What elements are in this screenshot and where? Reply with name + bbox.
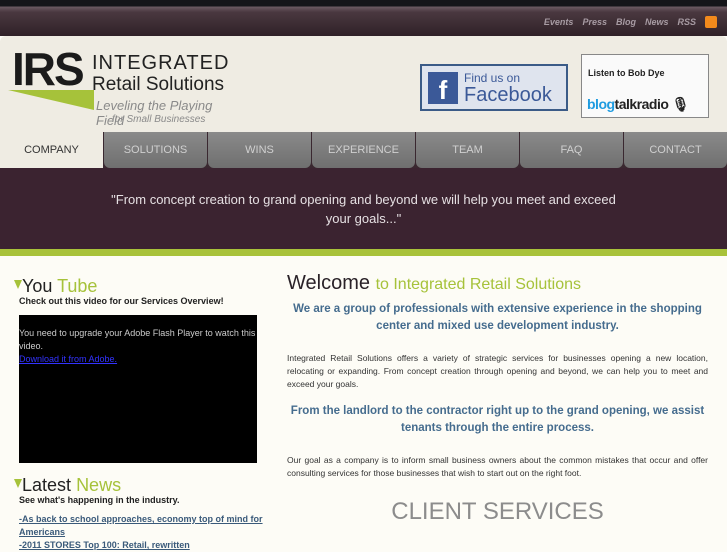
sidebar: You Tube Check out this video for our Se… — [14, 276, 264, 552]
triangle-down-icon — [14, 479, 22, 488]
main-nav: COMPANY SOLUTIONS WINS EXPERIENCE TEAM F… — [0, 132, 727, 168]
paragraph-1: Integrated Retail Solutions offers a var… — [287, 353, 708, 389]
blogtalkradio-button[interactable]: Listen to Bob Dye blogtalkradio 🎙 — [581, 54, 709, 118]
news-title-a: Latest — [22, 475, 72, 495]
logo-mark: IRS — [12, 43, 85, 95]
flash-message: You need to upgrade your Adobe Flash Pla… — [19, 328, 256, 351]
top-links: Events Press Blog News RSS — [544, 16, 717, 28]
tab-experience[interactable]: EXPERIENCE — [312, 132, 415, 168]
link-press[interactable]: Press — [582, 17, 607, 27]
link-rss[interactable]: RSS — [677, 17, 696, 27]
blogtalk-brand-dark: talkradio — [614, 96, 669, 112]
facebook-line1: Find us on — [464, 70, 521, 85]
tab-faq[interactable]: FAQ — [520, 132, 623, 168]
quote-banner: "From concept creation to grand opening … — [0, 168, 727, 249]
facebook-line2: Facebook — [464, 83, 552, 106]
facebook-icon: f — [428, 71, 458, 105]
welcome-word: Welcome — [287, 272, 370, 294]
youtube-title-b: Tube — [57, 276, 98, 296]
news-title-b: News — [76, 475, 122, 495]
green-divider — [0, 249, 727, 256]
logo-line1: INTEGRATED — [92, 52, 230, 74]
youtube-subtitle: Check out this video for our Services Ov… — [19, 296, 224, 306]
tab-wins[interactable]: WINS — [208, 132, 311, 168]
link-news[interactable]: News — [645, 17, 669, 27]
paragraph-2: Our goal as a company is to inform small… — [287, 455, 708, 478]
video-player[interactable]: You need to upgrade your Adobe Flash Pla… — [19, 315, 257, 463]
blogtalk-logo: blogtalkradio 🎙 — [587, 96, 690, 113]
youtube-heading: You Tube — [14, 276, 264, 296]
blogtalk-brand-blue: blog — [587, 96, 615, 112]
tab-contact[interactable]: CONTACT — [624, 132, 727, 168]
logo-tagline2: for Small Businesses — [112, 114, 206, 125]
welcome-sub: to Integrated Retail Solutions — [375, 276, 582, 293]
lead-text-2: From the landlord to the contractor righ… — [290, 405, 705, 434]
news-item[interactable]: -2011 STORES Top 100: Retail, rewritten — [19, 539, 264, 552]
tab-team[interactable]: TEAM — [416, 132, 519, 168]
logo-line2: Retail Solutions — [92, 74, 225, 95]
top-bar: Events Press Blog News RSS — [0, 0, 727, 36]
facebook-button[interactable]: f Find us on Facebook — [420, 64, 568, 111]
news-subtitle: See what's happening in the industry. — [19, 495, 180, 505]
flash-download-link[interactable]: Download it from Adobe. — [19, 354, 117, 364]
news-list: -As back to school approaches, economy t… — [19, 513, 264, 552]
welcome-heading: Welcome to Integrated Retail Solutions — [287, 272, 708, 295]
news-item[interactable]: -As back to school approaches, economy t… — [19, 513, 264, 539]
lead-text-1: We are a group of professionals with ext… — [293, 303, 702, 332]
client-services-heading: CLIENT SERVICES — [391, 498, 604, 525]
logo[interactable]: IRS INTEGRATED Retail Solutions Leveling… — [8, 44, 228, 129]
link-events[interactable]: Events — [544, 17, 574, 27]
microphone-icon: 🎙 — [671, 96, 690, 112]
link-blog[interactable]: Blog — [616, 17, 636, 27]
triangle-down-icon — [14, 280, 22, 289]
tab-company[interactable]: COMPANY — [0, 132, 103, 168]
tab-solutions[interactable]: SOLUTIONS — [104, 132, 207, 168]
main-content: Welcome to Integrated Retail Solutions W… — [287, 272, 708, 526]
news-heading: Latest News — [14, 475, 264, 495]
youtube-title-a: You — [22, 276, 53, 296]
rss-icon[interactable] — [705, 16, 717, 28]
blogtalk-label: Listen to Bob Dye — [588, 68, 665, 78]
